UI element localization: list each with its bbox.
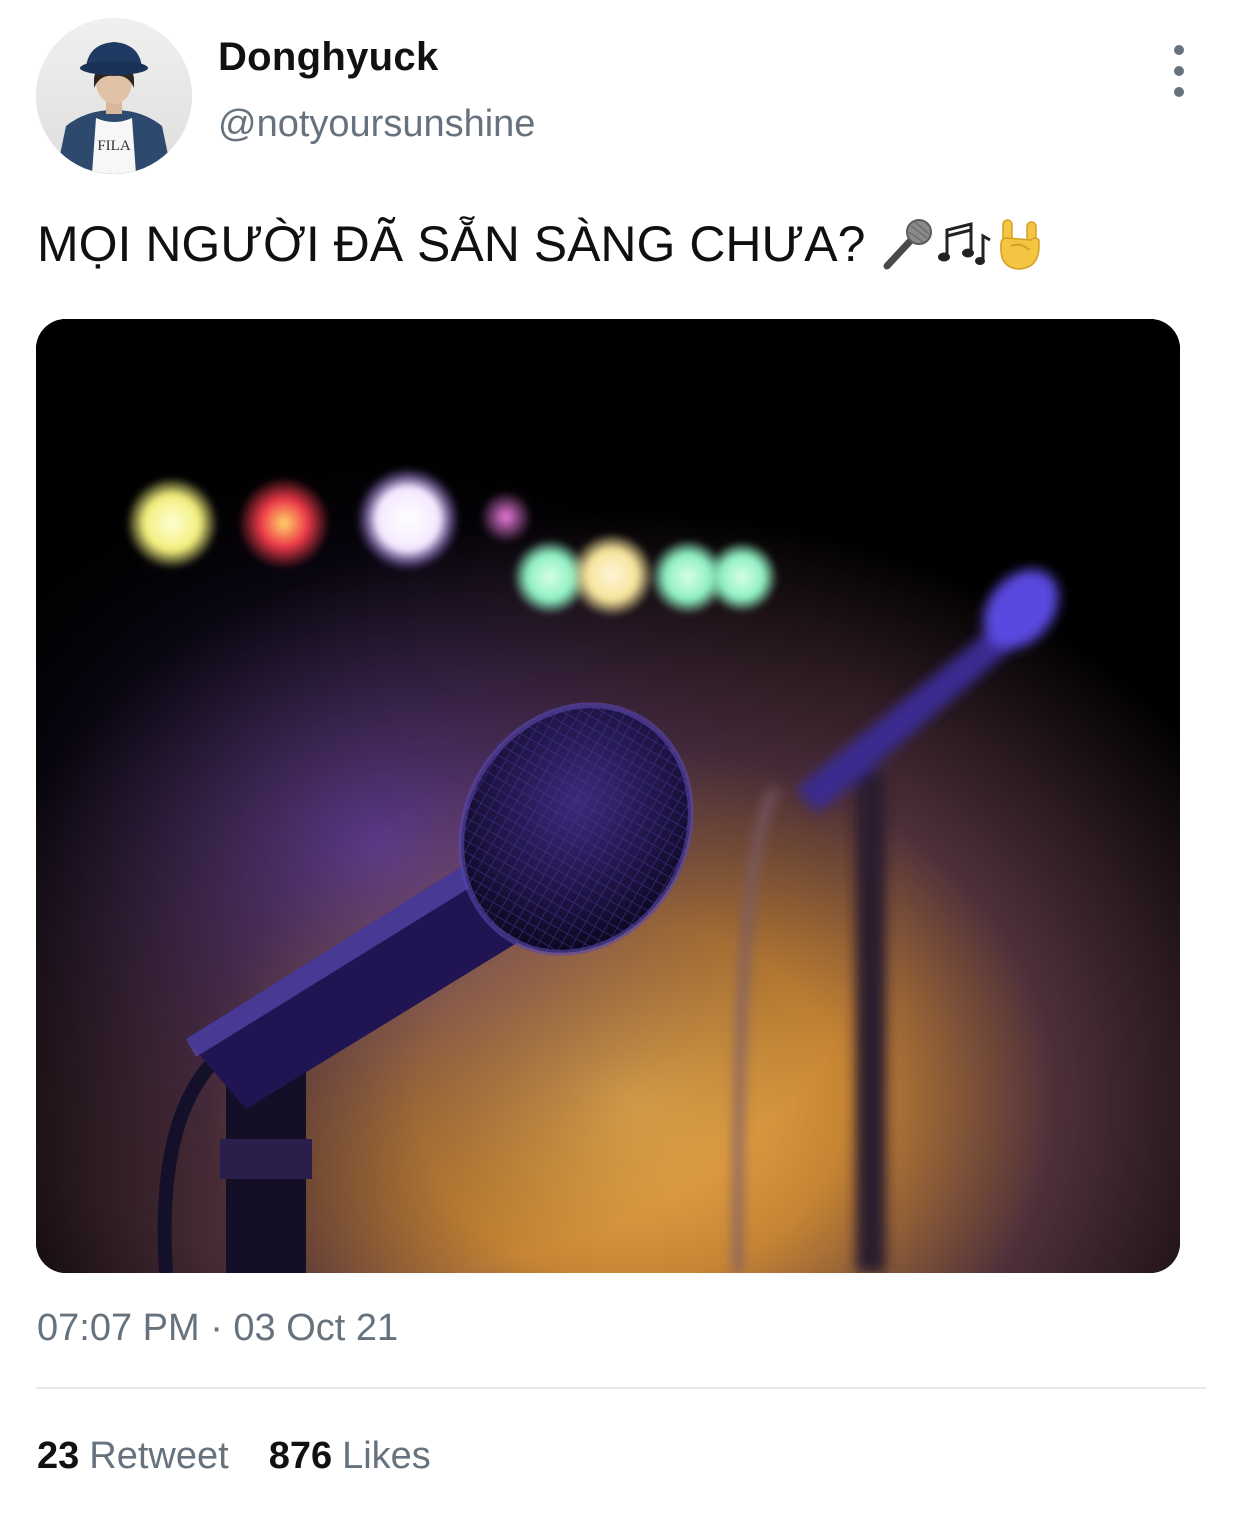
- tweet-text: MỌI NGƯỜI ĐÃ SẴN SÀNG CHƯA?: [37, 212, 1047, 276]
- tweet-text-content: MỌI NGƯỜI ĐÃ SẴN SÀNG CHƯA?: [37, 216, 866, 272]
- more-dot: [1174, 66, 1184, 76]
- rock-hand-icon: [1000, 219, 1041, 270]
- tweet-stats: 23 Retweet 876 Likes: [37, 1432, 471, 1480]
- music-notes-icon: [938, 222, 992, 265]
- avatar-shirt-text: FILA: [97, 138, 131, 154]
- display-name[interactable]: Donghyuck: [218, 33, 439, 81]
- avatar-photo: FILA: [36, 18, 192, 174]
- tweet-media-image[interactable]: [36, 319, 1180, 1273]
- avatar[interactable]: FILA: [36, 18, 192, 174]
- retweets-count: 23: [37, 1435, 80, 1477]
- retweets-stat[interactable]: 23 Retweet: [37, 1432, 229, 1480]
- microphone-icon: [883, 219, 933, 270]
- divider: [36, 1387, 1206, 1389]
- more-options-icon[interactable]: [1156, 45, 1202, 97]
- more-dot: [1174, 87, 1184, 97]
- likes-count: 876: [268, 1435, 333, 1477]
- retweets-label: Retweet: [89, 1435, 229, 1477]
- tweet-emojis: [879, 216, 1047, 272]
- user-handle[interactable]: @notyoursunshine: [218, 100, 535, 148]
- more-dot: [1174, 45, 1184, 55]
- microphone-stage-photo: [36, 319, 1180, 1273]
- likes-stat[interactable]: 876 Likes: [269, 1432, 431, 1480]
- tweet-timestamp[interactable]: 07:07 PM · 03 Oct 21: [37, 1304, 398, 1352]
- likes-label: Likes: [342, 1435, 431, 1477]
